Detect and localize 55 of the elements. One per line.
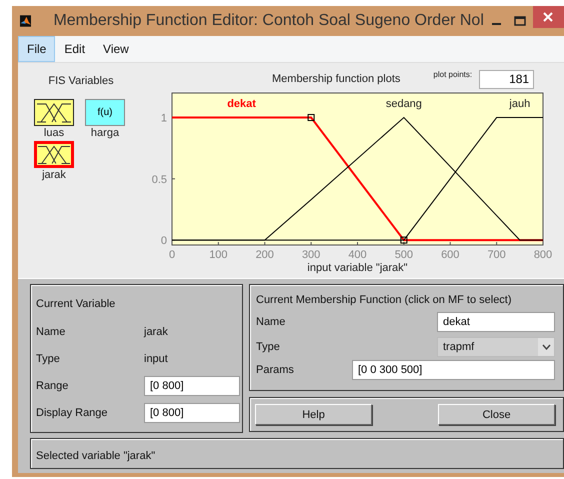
field-label: Params xyxy=(256,364,295,376)
field-label: Type xyxy=(36,352,61,364)
curve-label: sedang xyxy=(386,98,422,110)
tick-label: 700 xyxy=(487,249,506,261)
variable-name-value: jarak xyxy=(144,326,169,338)
curve-label: jauh xyxy=(509,98,530,110)
output-variable-block[interactable]: f(u) xyxy=(85,99,125,126)
variable-type-value: input xyxy=(144,352,169,364)
tick-label: 1 xyxy=(160,112,167,125)
range-field[interactable]: [0 800] xyxy=(144,376,240,396)
mf-type-dropdown[interactable]: trapmf xyxy=(437,336,555,356)
tick-label: 500 xyxy=(394,249,414,261)
plot-points-label: plot points: xyxy=(433,70,472,79)
menu-item[interactable]: Edit xyxy=(55,36,94,62)
variable-label: harga xyxy=(90,127,120,139)
app-logo-icon xyxy=(20,13,32,29)
field-label: Range xyxy=(36,380,70,392)
status-message: Selected variable "jarak" xyxy=(36,450,156,462)
menu-item[interactable]: File xyxy=(18,36,56,62)
tick-label: 300 xyxy=(302,249,320,261)
plot-title: Membership function plots xyxy=(272,73,400,85)
panel-title: Current Variable xyxy=(36,298,116,312)
tick-label: 0 xyxy=(168,249,176,261)
axis-label: input variable "jarak" xyxy=(307,262,408,274)
display-range-field[interactable]: [0 800] xyxy=(144,402,240,422)
variable-label: luas xyxy=(44,127,64,139)
field-label: Type xyxy=(256,340,281,352)
tick-label: 100 xyxy=(209,249,228,261)
mf-name-field[interactable]: dekat xyxy=(437,312,555,332)
tick-label: 800 xyxy=(534,249,552,261)
help-button[interactable]: Help xyxy=(255,404,372,425)
close-icon xyxy=(543,12,554,22)
menu-item[interactable]: View xyxy=(94,36,138,62)
close-button[interactable]: Close xyxy=(438,404,555,425)
params-field[interactable]: [0 0 300 500] xyxy=(352,360,555,380)
variable-label: jarak xyxy=(42,169,66,181)
window-title: Membership Function Editor: Contoh Soal Sugeno Order Nol xyxy=(53,12,484,30)
close-button[interactable] xyxy=(532,6,564,28)
curve-label: dekat xyxy=(227,98,256,110)
tick-label: 600 xyxy=(441,249,460,261)
tick-label: 200 xyxy=(256,249,274,261)
tick-label: 0.5 xyxy=(152,174,167,186)
tick-label: 400 xyxy=(348,249,367,261)
caret-icon xyxy=(542,344,550,350)
input-variable-block[interactable] xyxy=(34,141,74,168)
field-label: Name xyxy=(256,316,286,328)
input-variable-block[interactable] xyxy=(34,99,74,126)
section-title: FIS Variables xyxy=(47,75,115,87)
plot-points-field[interactable]: 181 xyxy=(479,70,534,88)
panel-title: Current Membership Function (click on MF to select) xyxy=(256,294,513,306)
field-label: Display Range xyxy=(36,406,109,418)
tick-label: 0 xyxy=(160,235,167,248)
mf-type-value: trapmf xyxy=(443,340,474,352)
field-label: Name xyxy=(36,326,66,338)
maximize-icon xyxy=(514,16,526,26)
